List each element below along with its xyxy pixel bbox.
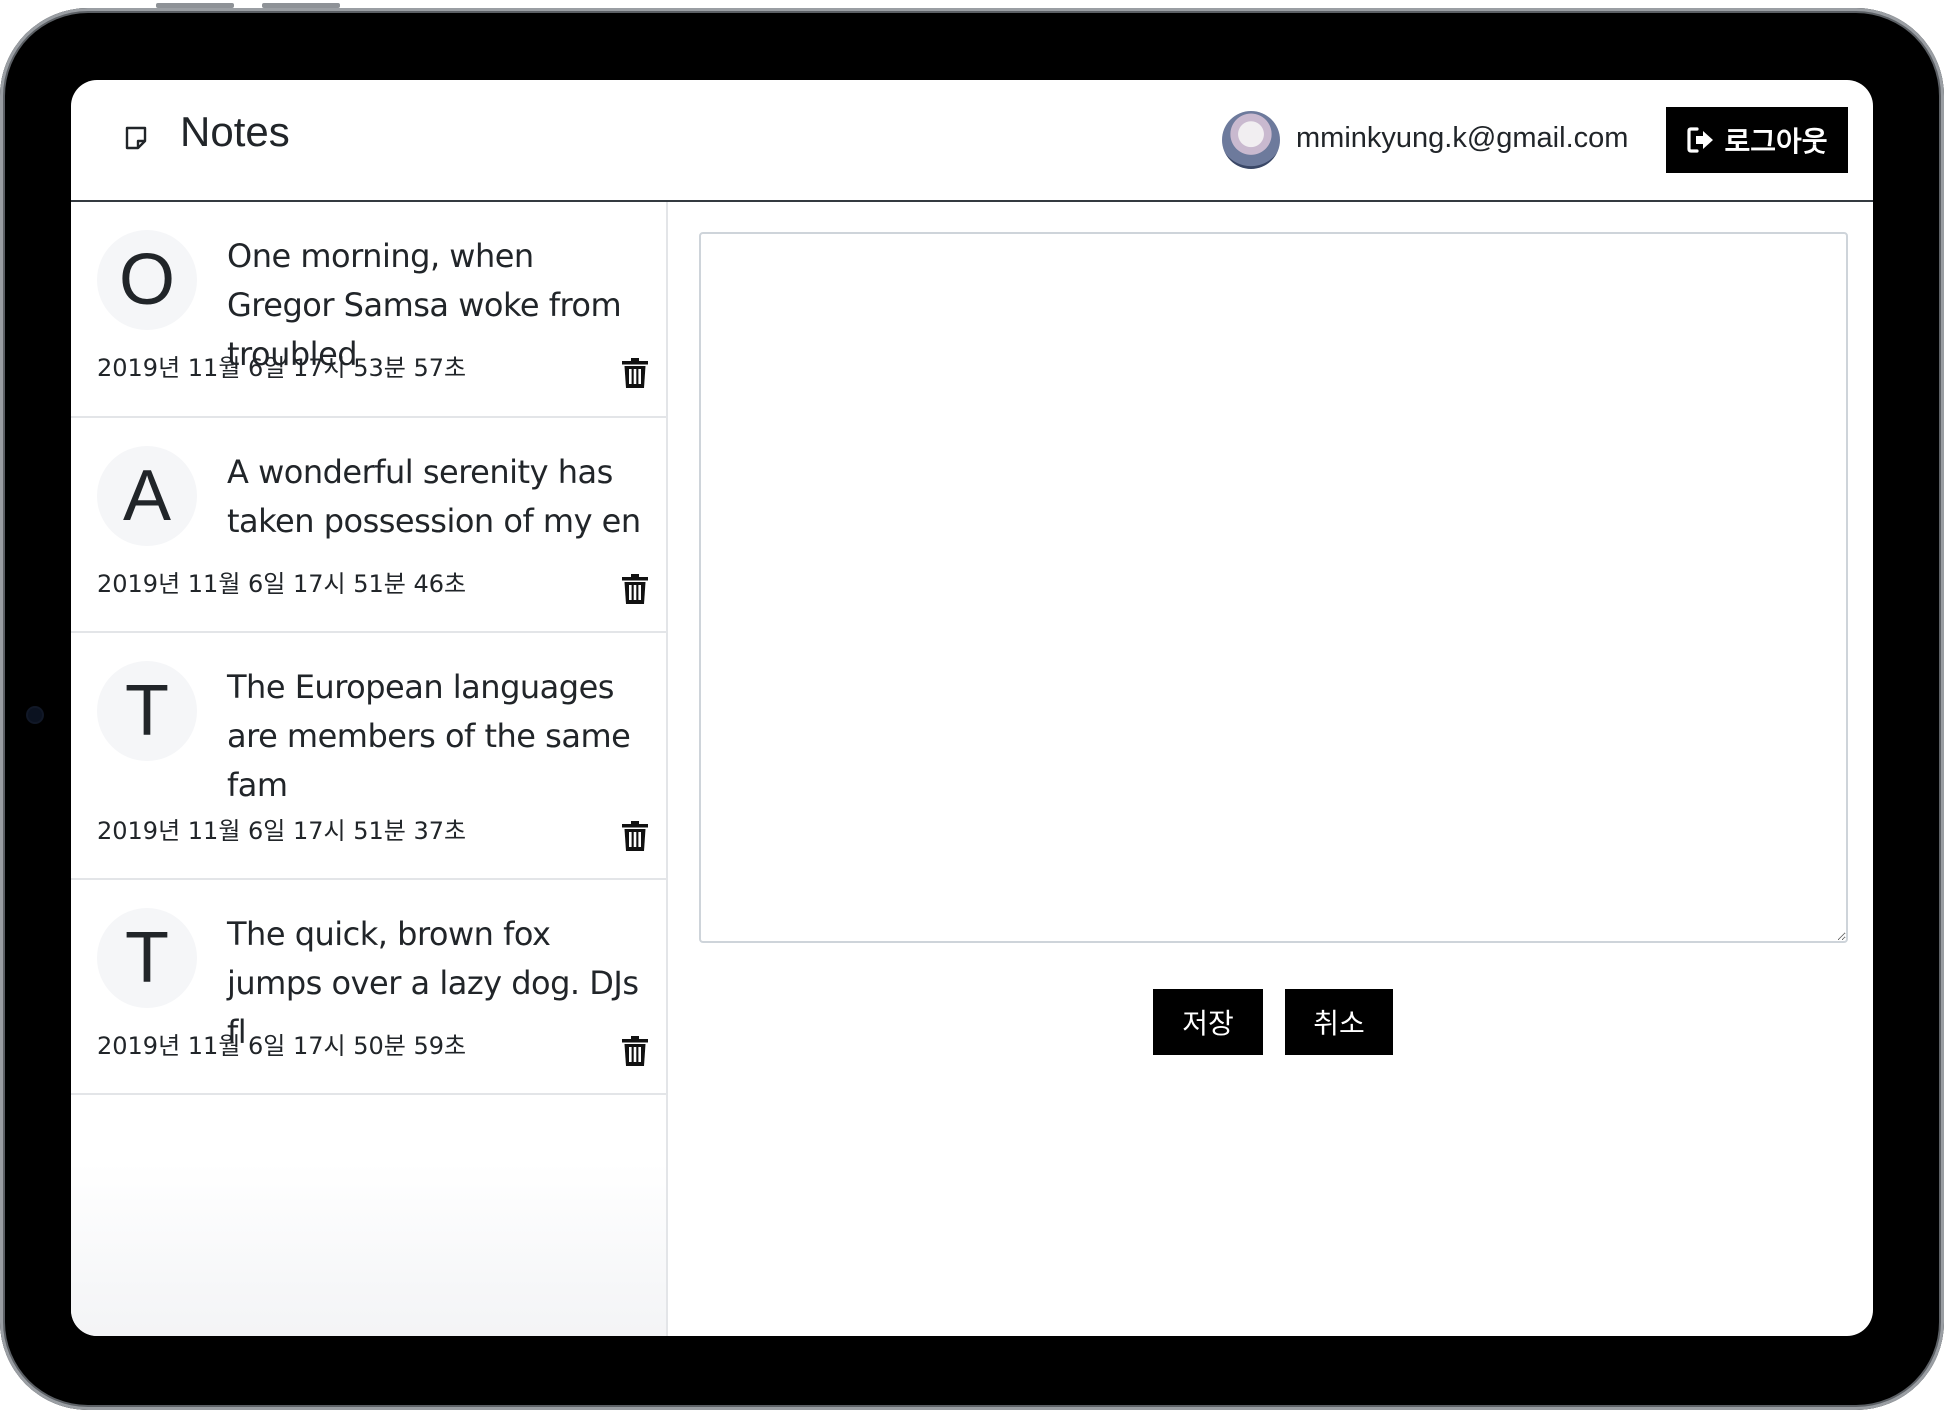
note-initial-avatar: T [97,908,197,1008]
note-initial-avatar: O [97,230,197,330]
trash-icon[interactable] [622,1036,648,1066]
app-title: Notes [180,108,290,155]
trash-icon[interactable] [622,574,648,604]
note-date: 2019년 11월 6일 17시 53분 57초 [97,354,467,382]
notes-list: O One morning, when Gregor Samsa woke fr… [71,202,668,1336]
app-screen: Notes mminkyung.k@gmail.com 로그아웃 O One m… [71,80,1873,1336]
trash-icon[interactable] [622,358,648,388]
note-date: 2019년 11월 6일 17시 50분 59초 [97,1032,467,1060]
note-item[interactable]: T The European languages are members of … [71,633,666,880]
cancel-button[interactable]: 취소 [1285,989,1393,1055]
volume-button-2 [262,3,340,8]
logout-label: 로그아웃 [1724,125,1828,158]
sticky-note-icon [125,126,147,150]
note-initial-avatar: A [97,446,197,546]
user-email: mminkyung.k@gmail.com [1296,122,1629,154]
logout-button[interactable]: 로그아웃 [1666,107,1848,173]
front-camera [28,708,42,722]
sign-out-icon [1687,127,1714,153]
volume-button-1 [156,3,234,8]
note-item[interactable]: A A wonderful serenity has taken possess… [71,418,666,633]
note-date: 2019년 11월 6일 17시 51분 37초 [97,817,467,845]
note-date: 2019년 11월 6일 17시 51분 46초 [97,570,467,598]
note-item[interactable]: T The quick, brown fox jumps over a lazy… [71,880,666,1095]
note-initial-avatar: T [97,661,197,761]
note-item[interactable]: O One morning, when Gregor Samsa woke fr… [71,202,666,418]
save-button[interactable]: 저장 [1153,989,1263,1055]
note-preview: A wonderful serenity has taken possessio… [227,453,641,540]
trash-icon[interactable] [622,821,648,851]
note-preview: The European languages are members of th… [227,668,631,804]
note-editor[interactable] [699,232,1848,943]
user-avatar [1222,111,1280,169]
app-header: Notes mminkyung.k@gmail.com 로그아웃 [71,80,1873,202]
